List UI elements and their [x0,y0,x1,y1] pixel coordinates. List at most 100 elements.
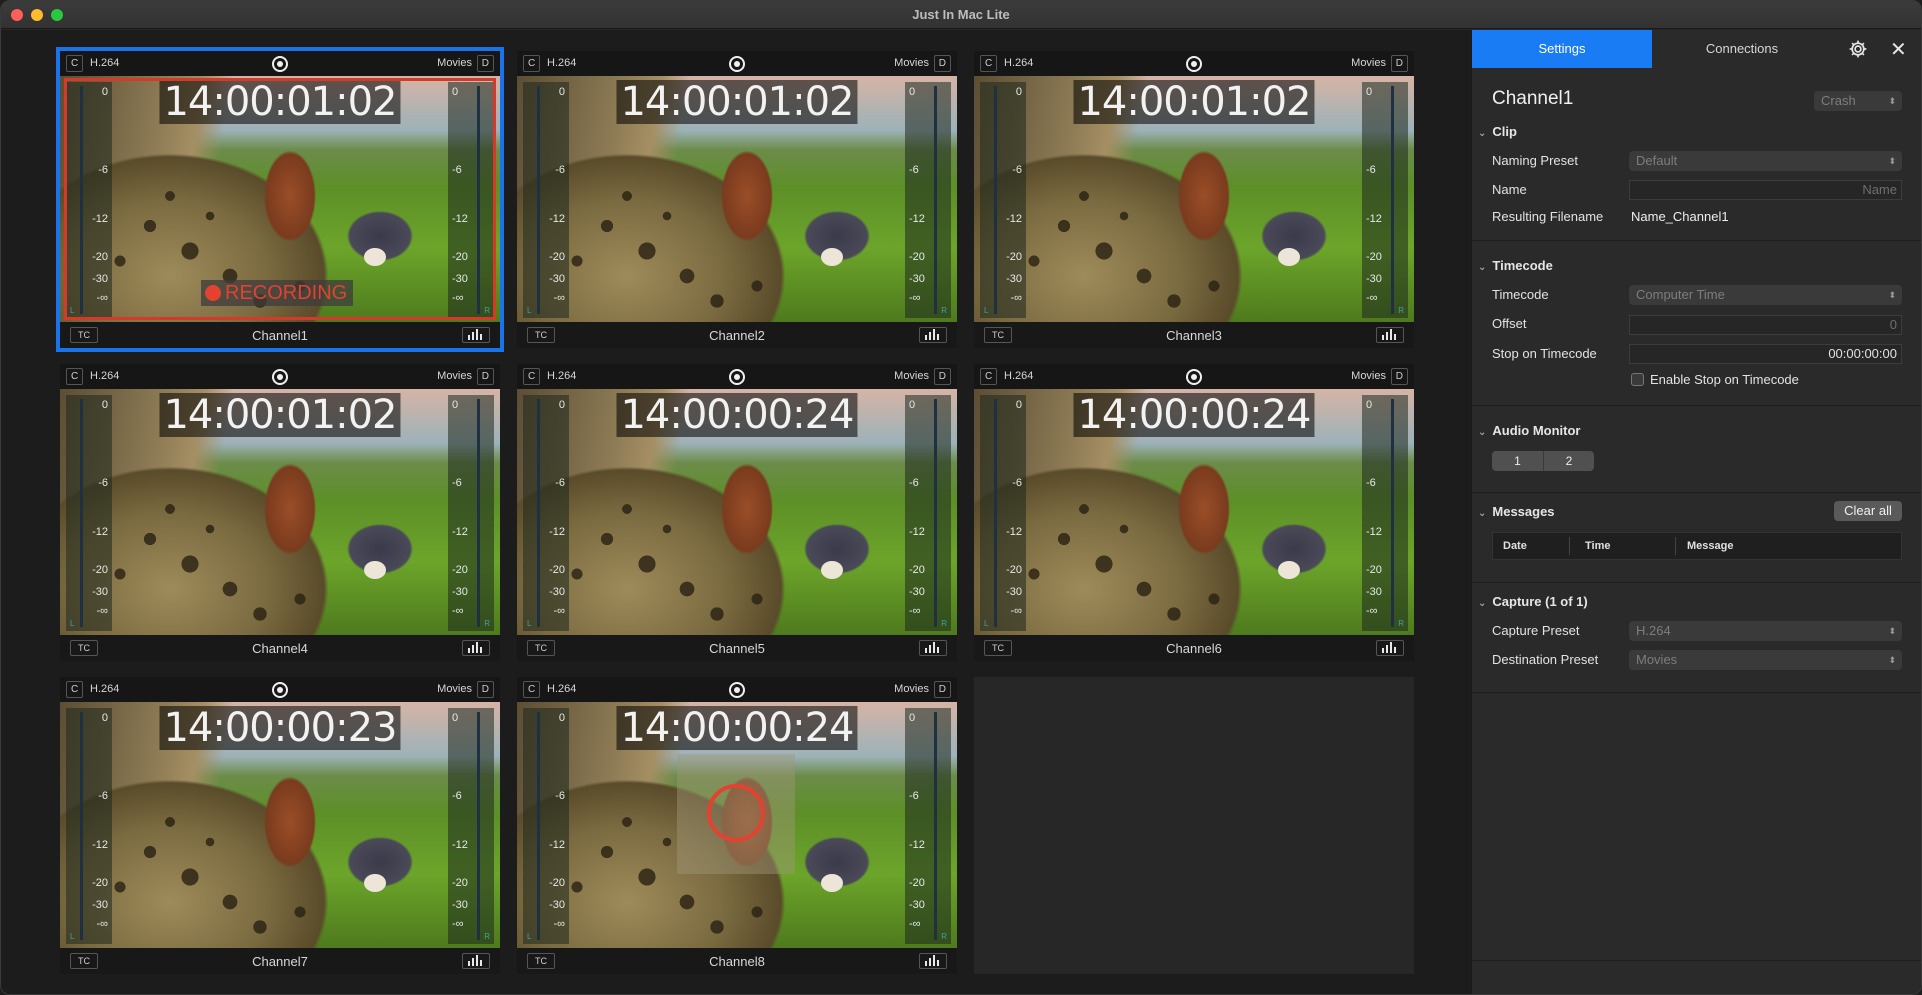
meter-channel-label: R [941,619,947,628]
video-detail [1278,248,1300,266]
channel-tile[interactable]: C H.264 Movies D 0 -6 -12 -20 -30 -∞ L 0 -6 -12 -20 -30… [60,677,500,974]
messages-table: Date Time Message [1492,532,1902,560]
video-preview[interactable]: 0 -6 -12 -20 -30 -∞ L 0 -6 -12 -20 -30 -∞ R 14:00:00:2… [517,702,957,948]
meter-tick-label: -20 [549,251,565,263]
capture-chip[interactable]: C [980,55,998,72]
meter-channel-label: R [484,619,490,628]
meter-tick-label: -∞ [1366,292,1378,304]
channel-tile[interactable]: C H.264 Movies D 0 -6 -12 -20 -30 -∞ L 0 -6 -12 -20 -30… [974,51,1414,348]
channel-tile[interactable]: C H.264 Movies D 0 -6 -12 -20 -30 -∞ L 0 -6 -12 -20 -30… [517,677,957,974]
video-preview[interactable]: 0 -6 -12 -20 -30 -∞ L 0 -6 -12 -20 -30 -∞ R 14:00:01:0… [60,76,500,322]
channel-name: Channel6 [1166,641,1222,656]
channel-tile[interactable]: C H.264 Movies D 0 -6 -12 -20 -30 -∞ L 0 -6 -12 -20 -30… [60,364,500,661]
record-icon[interactable] [1186,56,1202,72]
section-timecode[interactable]: ⌄ Timecode [1478,258,1553,273]
audio-levels-icon[interactable] [1376,327,1404,343]
section-capture[interactable]: ⌄ Capture (1 of 1) [1478,594,1588,609]
record-icon[interactable] [272,56,288,72]
destination-chip[interactable]: D [933,368,951,385]
capture-chip[interactable]: C [980,368,998,385]
resulting-filename-value: Name_Channel1 [1631,209,1729,224]
chevron-down-icon: ⌄ [1478,508,1487,519]
audio-levels-icon[interactable] [462,953,490,969]
audio-levels-icon[interactable] [919,327,947,343]
tile-footer: TC Channel2 [517,322,957,348]
audio-meter-left: 0 -6 -12 -20 -30 -∞ L [523,395,569,631]
record-icon[interactable] [272,369,288,385]
enable-stop-checkbox[interactable] [1631,373,1644,386]
offset-input[interactable]: 0 [1629,315,1902,335]
destination-chip[interactable]: D [476,681,494,698]
capture-chip[interactable]: C [523,55,541,72]
section-clip[interactable]: ⌄ Clip [1478,124,1517,139]
destination-chip[interactable]: D [933,681,951,698]
capture-chip[interactable]: C [523,681,541,698]
loading-ring-icon [707,784,765,842]
audio-levels-icon[interactable] [919,953,947,969]
audio-levels-icon[interactable] [462,640,490,656]
divider [1472,582,1921,583]
channel-tile[interactable]: C H.264 Movies D 0 -6 -12 -20 -30 -∞ L 0 -6 -12 -20 -30… [517,51,957,348]
close-icon[interactable]: ✕ [1890,37,1907,62]
video-preview[interactable]: 0 -6 -12 -20 -30 -∞ L 0 -6 -12 -20 -30 -∞ R 14:00:00:2… [974,389,1414,635]
name-input[interactable]: Name [1629,180,1902,200]
audio-levels-icon[interactable] [1376,640,1404,656]
tab-connections[interactable]: Connections [1652,30,1832,68]
clear-all-button[interactable]: Clear all [1834,501,1902,521]
destination-chip[interactable]: D [476,55,494,72]
audio-monitor-option-1[interactable]: 1 [1492,451,1543,471]
column-message[interactable]: Message [1687,540,1733,552]
section-audio-monitor[interactable]: ⌄ Audio Monitor [1478,423,1580,438]
audio-monitor-option-2[interactable]: 2 [1543,451,1594,471]
destination-chip[interactable]: D [933,55,951,72]
meter-tick-label: -30 [909,586,925,598]
codec-label: H.264 [90,683,120,695]
stop-on-timecode-input[interactable]: 00:00:00:00 [1629,344,1902,364]
column-time[interactable]: Time [1585,540,1610,552]
meter-channel-label: L [70,932,75,941]
capture-preset-select[interactable]: H.264 ⬍ [1629,621,1902,641]
tab-settings[interactable]: Settings [1472,30,1652,68]
meter-tick-label: -12 [452,839,468,851]
capture-chip[interactable]: C [66,368,84,385]
destination-preset-select[interactable]: Movies ⬍ [1629,650,1902,670]
video-preview[interactable]: 0 -6 -12 -20 -30 -∞ L 0 -6 -12 -20 -30 -∞ R 14:00:01:0… [517,76,957,322]
destination-chip[interactable]: D [1390,55,1408,72]
column-date[interactable]: Date [1503,540,1527,552]
audio-levels-icon[interactable] [919,640,947,656]
channel-tile[interactable]: C H.264 Movies D 0 -6 -12 -20 -30 -∞ L 0 -6 -12 -20 -30… [517,364,957,661]
record-icon[interactable] [272,682,288,698]
capture-chip[interactable]: C [523,368,541,385]
channel-tile[interactable]: C H.264 Movies D 0 -6 -12 -20 -30 -∞ L 0 -6 -12 -20 -30… [56,47,504,352]
video-detail [1278,561,1300,579]
gear-icon[interactable] [1848,39,1868,59]
record-icon[interactable] [729,56,745,72]
channel-menu[interactable]: Crash ⬍ [1814,91,1902,111]
destination-chip[interactable]: D [1390,368,1408,385]
timecode-select[interactable]: Computer Time ⬍ [1629,285,1902,305]
section-capture-title: Capture (1 of 1) [1492,594,1588,609]
record-icon[interactable] [729,369,745,385]
naming-preset-select[interactable]: Default ⬍ [1629,151,1902,171]
record-icon[interactable] [1186,369,1202,385]
codec-label: H.264 [90,370,120,382]
recording-label: RECORDING [201,280,354,306]
section-messages[interactable]: ⌄ Messages [1478,504,1555,519]
video-preview[interactable]: 0 -6 -12 -20 -30 -∞ L 0 -6 -12 -20 -30 -∞ R 14:00:01:0… [60,389,500,635]
capture-chip[interactable]: C [66,681,84,698]
meter-tick-label: 0 [558,399,565,411]
channel-tile[interactable]: C H.264 Movies D 0 -6 -12 -20 -30 -∞ L 0 -6 -12 -20 -30… [974,364,1414,661]
video-preview[interactable]: 0 -6 -12 -20 -30 -∞ L 0 -6 -12 -20 -30 -∞ R 14:00:00:2… [517,389,957,635]
meter-bar [80,712,83,940]
audio-levels-icon[interactable] [462,327,490,343]
video-preview[interactable]: 0 -6 -12 -20 -30 -∞ L 0 -6 -12 -20 -30 -∞ R 14:00:00:2… [60,702,500,948]
meter-channel-label: R [941,306,947,315]
audio-meter-right: 0 -6 -12 -20 -30 -∞ R [905,708,951,944]
video-preview[interactable]: 0 -6 -12 -20 -30 -∞ L 0 -6 -12 -20 -30 -∞ R 14:00:01:0… [974,76,1414,322]
destination-chip[interactable]: D [476,368,494,385]
timecode-overlay: 14:00:01:02 [1073,80,1315,124]
capture-chip[interactable]: C [66,55,84,72]
record-icon[interactable] [729,682,745,698]
meter-channel-label: L [527,619,532,628]
window-title: Just In Mac Lite [912,7,1010,22]
